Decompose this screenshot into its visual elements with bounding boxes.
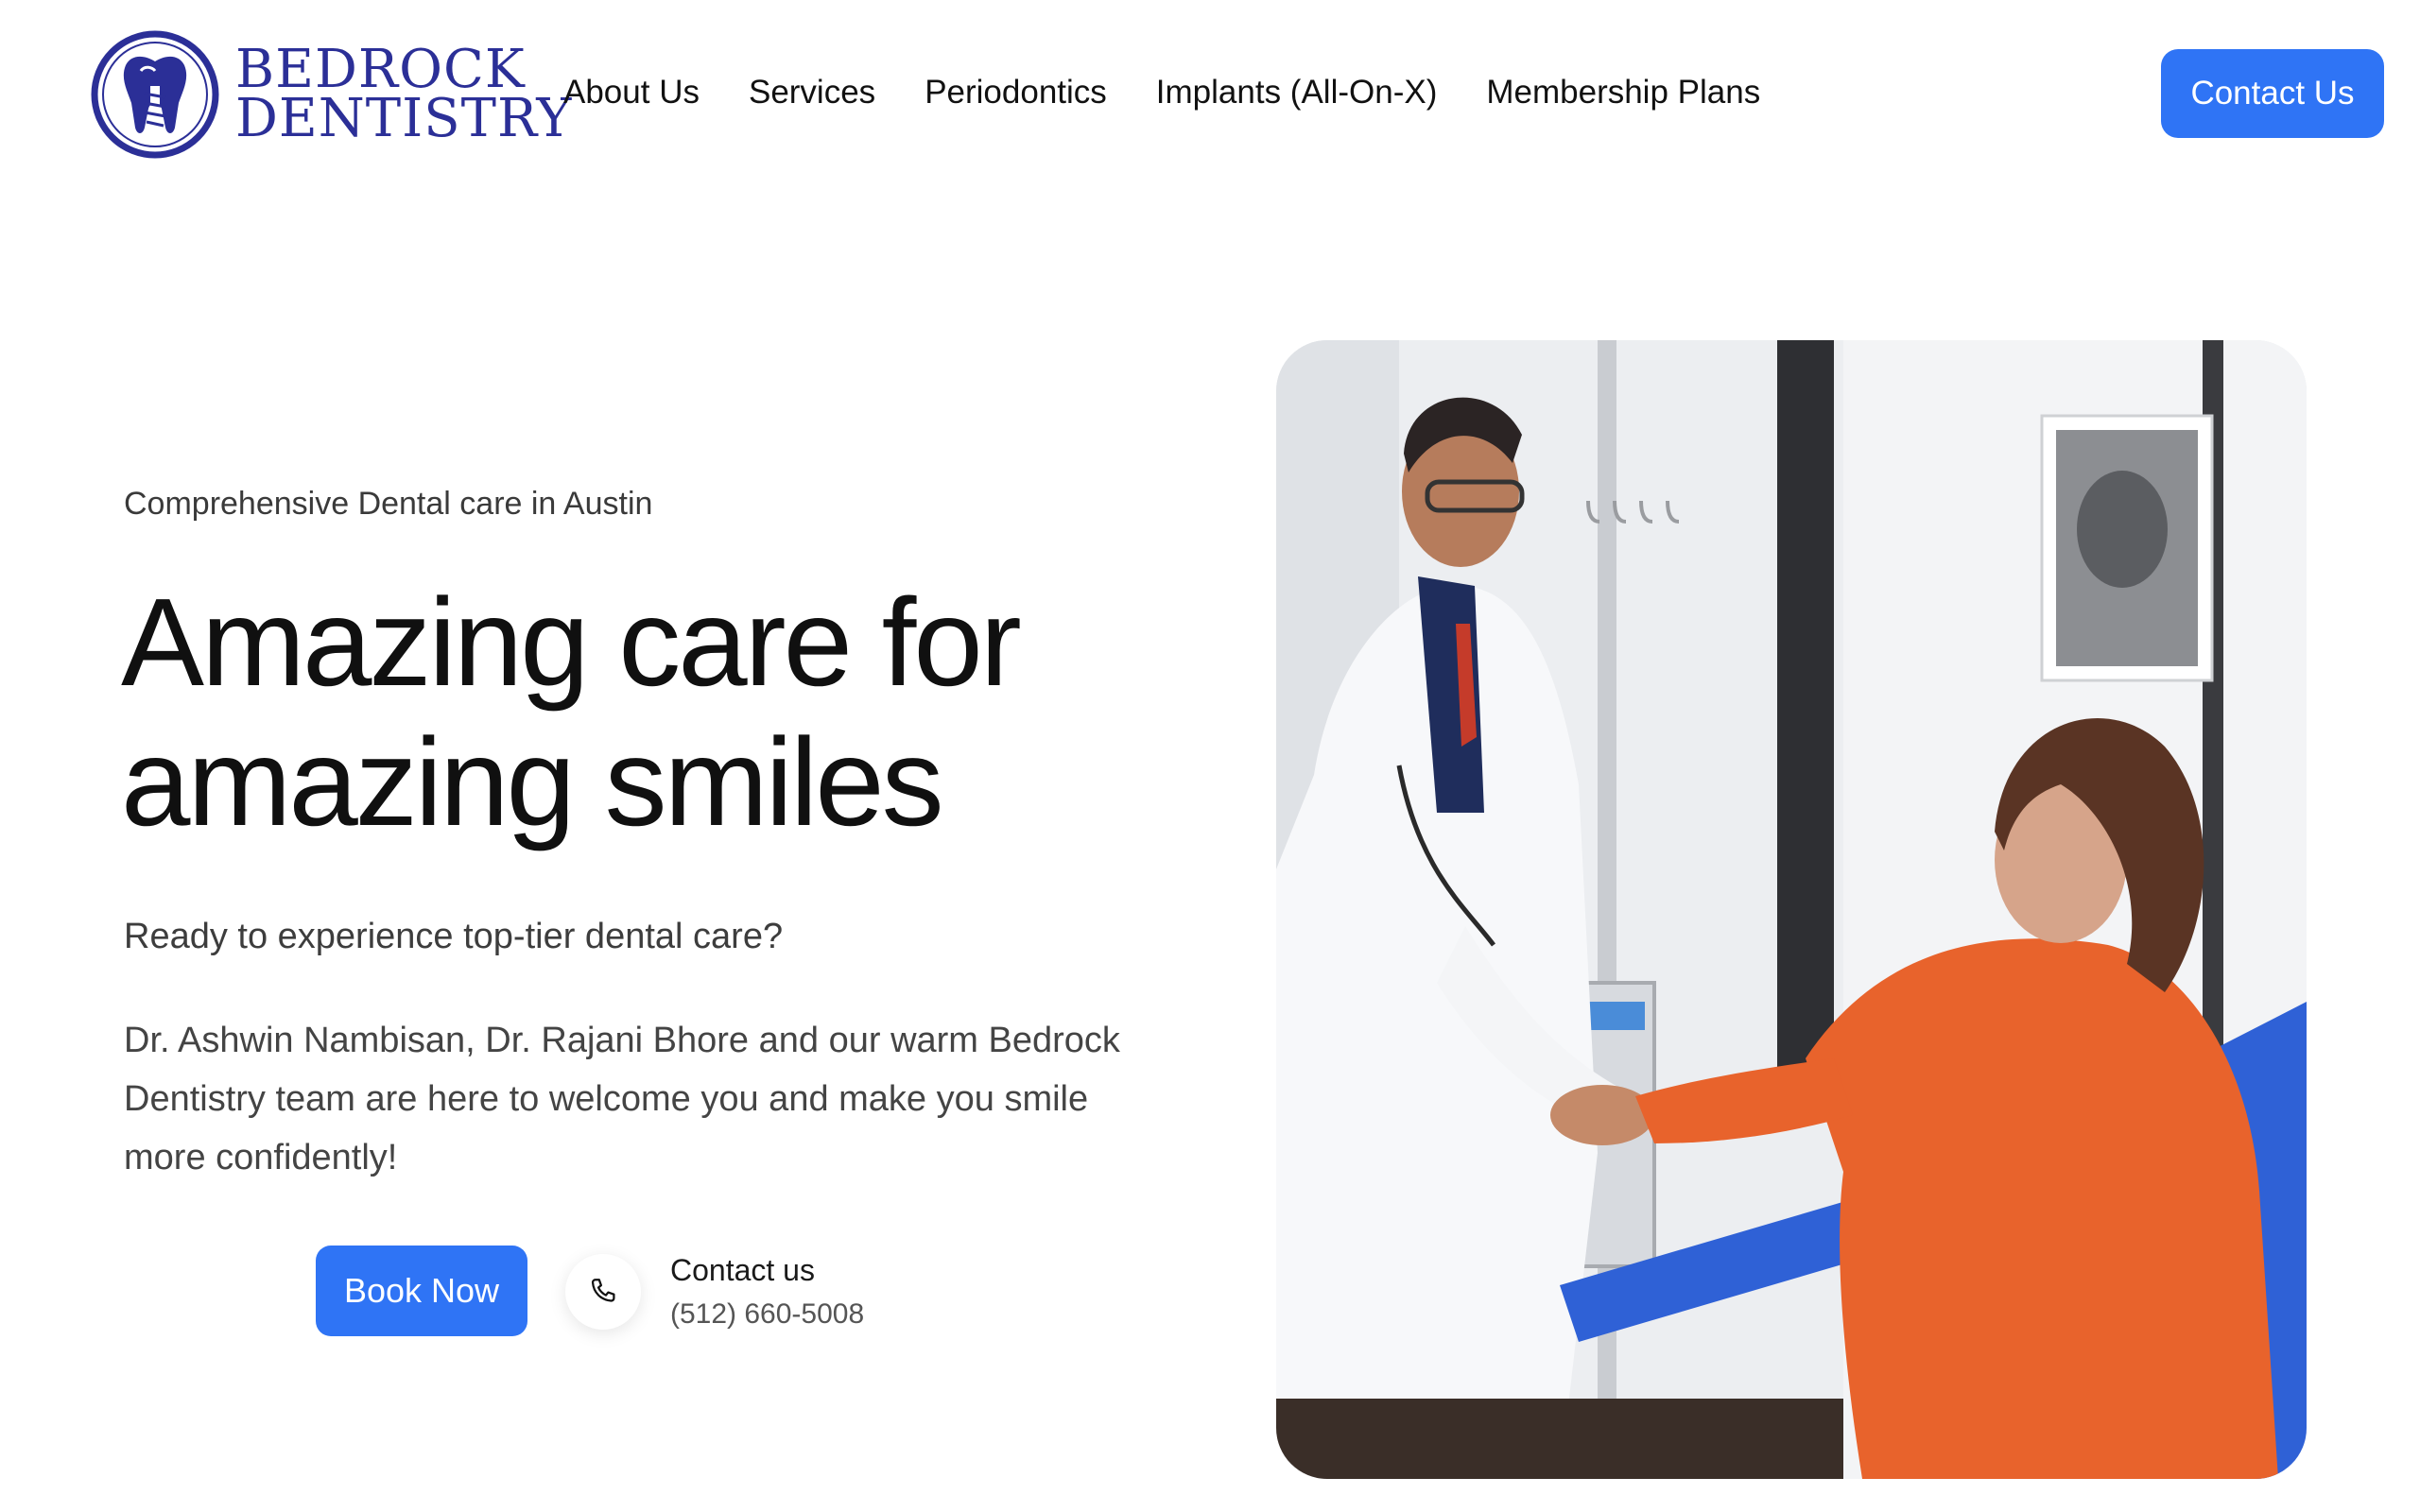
hero-body: Dr. Ashwin Nambisan, Dr. Rajani Bhore an… — [124, 1021, 1120, 1177]
phone-icon — [591, 1279, 615, 1302]
nav-periodontics[interactable]: Periodontics — [925, 68, 1107, 117]
brand-line-2: DENTISTRY — [235, 88, 573, 149]
hero-headline: Amazing care for amazing smiles — [121, 573, 1161, 852]
book-now-button[interactable]: Book Now — [316, 1246, 527, 1336]
headline-line-2: amazing smiles — [121, 713, 944, 851]
hero-photo — [1276, 340, 2307, 1479]
contact-us-link[interactable]: Contact us — [670, 1253, 815, 1288]
brand-logo[interactable]: BEDROCK DENTISTRY — [90, 28, 571, 161]
main-nav: About Us Services Periodontics Implants … — [563, 68, 1760, 117]
tooth-implant-icon — [91, 30, 219, 159]
site-header: BEDROCK DENTISTRY About Us Services Peri… — [0, 0, 2420, 189]
nav-services[interactable]: Services — [749, 68, 875, 117]
dentist-patient-handshake-image — [1276, 340, 2307, 1479]
brand-wordmark: BEDROCK DENTISTRY — [235, 43, 573, 149]
hero-eyebrow: Comprehensive Dental care in Austin — [124, 486, 653, 522]
contact-us-button[interactable]: Contact Us — [2161, 49, 2384, 138]
nav-implants[interactable]: Implants (All-On-X) — [1156, 68, 1438, 117]
phone-button[interactable] — [565, 1254, 641, 1330]
nav-about-us[interactable]: About Us — [563, 68, 700, 117]
contact-phone-number[interactable]: (512) 660-5008 — [670, 1298, 864, 1331]
hero-lead: Ready to experience top-tier dental care… — [124, 917, 784, 956]
nav-membership-plans[interactable]: Membership Plans — [1486, 68, 1760, 117]
headline-line-1: Amazing care for — [121, 573, 1022, 712]
